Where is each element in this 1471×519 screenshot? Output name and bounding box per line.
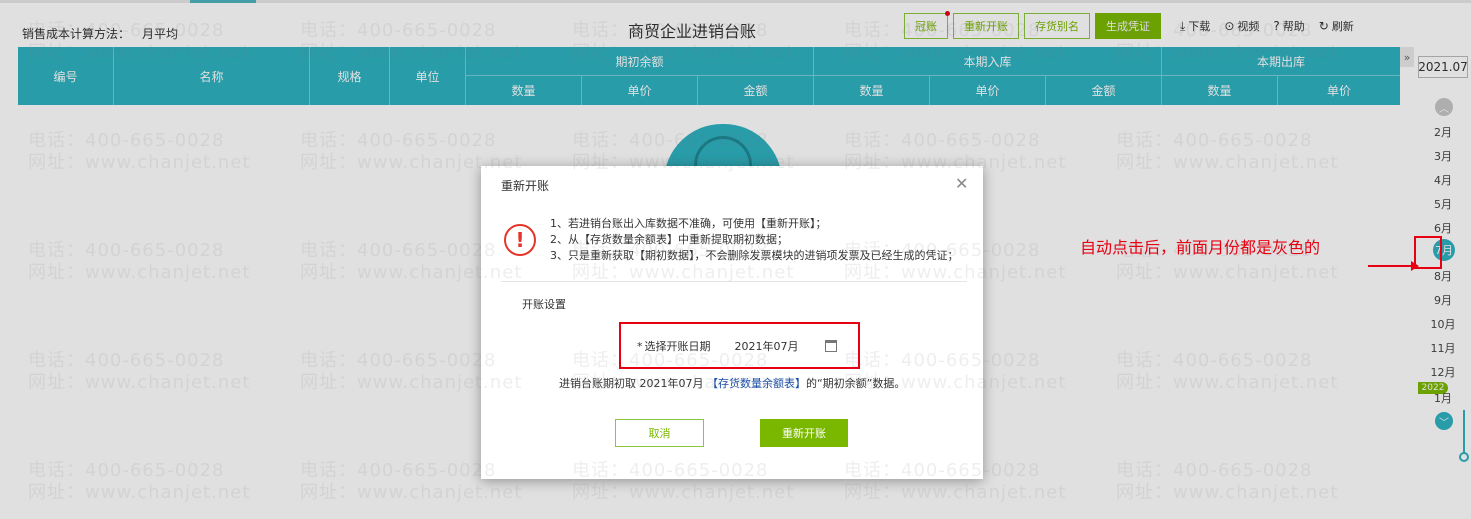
section-label: 开账设置 [522, 298, 566, 311]
info-prefix: 进销台账期初取 2021年07月 [559, 377, 707, 390]
note-line: 1、若进销台账出入库数据不准确，可使用【重新开账】； [550, 217, 827, 230]
open-date-label: * 选择开账日期 [637, 338, 711, 354]
dialog-title: 重新开账 [501, 179, 550, 193]
dialog-divider [501, 281, 967, 282]
warning-icon: ! [504, 224, 536, 256]
annotation-text: 自动点击后，前面月份都是灰色的 [1080, 238, 1321, 257]
calendar-icon[interactable] [824, 340, 837, 352]
annotation-arrow [1368, 261, 1419, 271]
open-date-row: * 选择开账日期 [637, 337, 837, 355]
open-date-input[interactable] [734, 339, 821, 353]
info-suffix: 的“期初余额”数据。 [805, 377, 906, 390]
note-line: 3、只是重新获取【期初数据】，不会删除发票模块的进销项发票及已经生成的凭证； [550, 249, 959, 262]
balance-table-link[interactable]: 【存货数量余额表】 [707, 377, 806, 390]
required-mark: * [637, 340, 643, 353]
open-date-label-text: 选择开账日期 [644, 340, 711, 353]
close-icon[interactable]: ✕ [955, 174, 968, 193]
reopen-books-dialog: 重新开账 ✕ ! 1、若进销台账出入库数据不准确，可使用【重新开账】； 2、从【… [481, 166, 983, 479]
note-line: 2、从【存货数量余额表】中重新提取期初数据； [550, 233, 788, 246]
dialog-notes: 1、若进销台账出入库数据不准确，可使用【重新开账】； 2、从【存货数量余额表】中… [550, 216, 970, 264]
cancel-button[interactable]: 取消 [615, 419, 704, 447]
confirm-reopen-button[interactable]: 重新开账 [760, 419, 848, 447]
info-line: 进销台账期初取 2021年07月 【存货数量余额表】的“期初余额”数据。 [559, 375, 905, 391]
